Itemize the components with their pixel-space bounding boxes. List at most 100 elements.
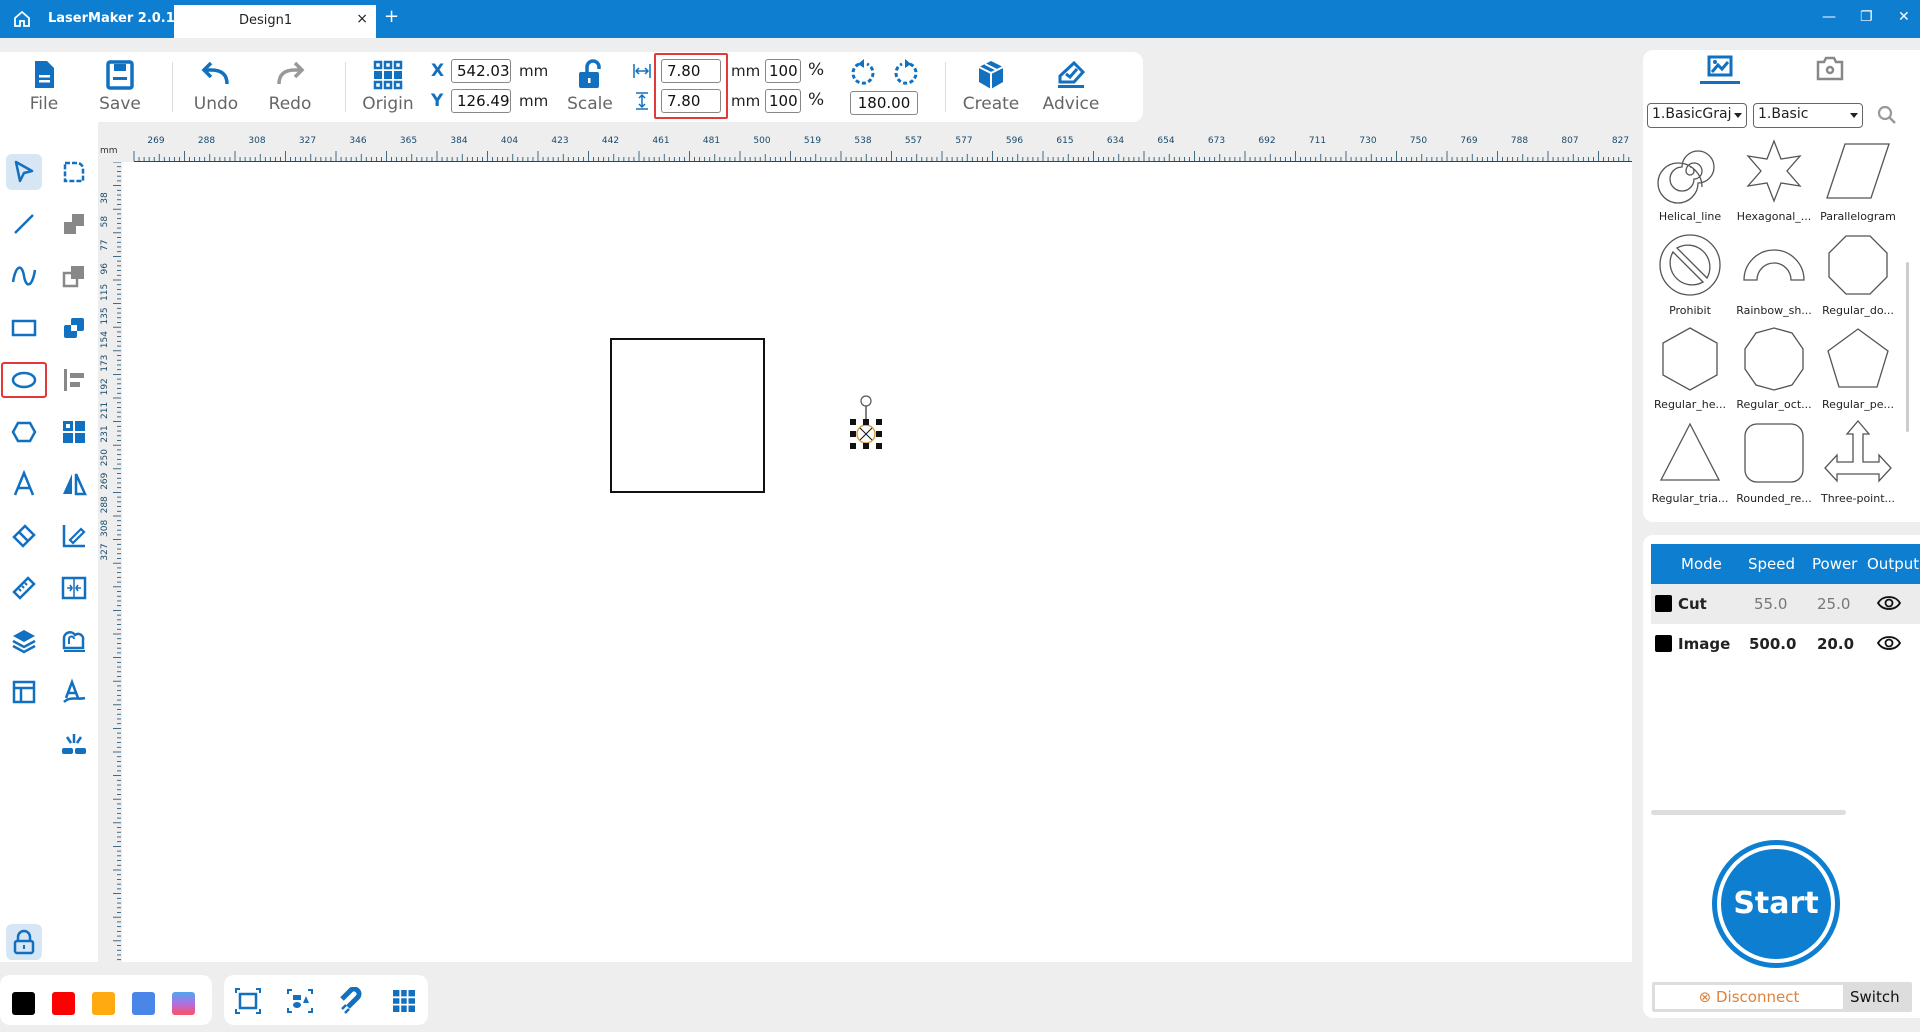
ruler-tick-label: 596	[1006, 136, 1023, 146]
rotation-input[interactable]: 180.00	[850, 91, 918, 115]
y-position-input[interactable]: 126.49	[451, 89, 511, 113]
regular-hexagon-icon	[1662, 327, 1718, 391]
restore-button[interactable]: ❐	[1860, 9, 1873, 25]
measure-edit-tool[interactable]	[56, 518, 92, 554]
laser-effect-tool[interactable]	[56, 726, 92, 762]
design-canvas[interactable]	[122, 162, 1632, 962]
width-percent-sign: %	[808, 60, 825, 80]
mirror-tool[interactable]	[56, 466, 92, 502]
shape-item-prohibit[interactable]: Prohibit	[1647, 230, 1733, 320]
subtract-tool[interactable]	[56, 258, 92, 294]
shape-item-rounded-rectangle[interactable]: Rounded_re...	[1731, 418, 1817, 508]
union-icon	[64, 214, 84, 234]
save-button[interactable]: Save	[90, 58, 150, 114]
close-button[interactable]: ✕	[1898, 9, 1910, 25]
switch-button[interactable]: Switch	[1850, 988, 1900, 1006]
line-tool[interactable]	[6, 206, 42, 242]
tab-camera[interactable]	[1810, 52, 1850, 86]
ruler-tick-label: 538	[854, 136, 871, 146]
intersect-tool[interactable]	[56, 310, 92, 346]
text-tool[interactable]	[6, 466, 42, 502]
shape-item-hexagonal-star[interactable]: Hexagonal_...	[1731, 136, 1817, 226]
ruler-tick-label: 58	[100, 216, 110, 228]
eraser-tool[interactable]	[6, 518, 42, 554]
color-swatch-blue[interactable]	[132, 992, 155, 1015]
regular-pentagon-icon	[1827, 328, 1889, 388]
shape-item-regular-triangle[interactable]: Regular_tria...	[1647, 418, 1733, 508]
search-icon[interactable]	[1877, 105, 1897, 125]
width-input[interactable]: 7.80	[661, 59, 721, 83]
layer-row-cut[interactable]: Cut 55.0 25.0	[1651, 584, 1920, 624]
fit-objects-icon[interactable]	[286, 987, 314, 1015]
minimize-button[interactable]: —	[1822, 9, 1836, 25]
eye-icon[interactable]	[1877, 595, 1901, 611]
array-tool[interactable]	[56, 414, 92, 450]
disconnect-button[interactable]: ⊗ Disconnect	[1655, 985, 1843, 1009]
new-tab-button[interactable]: +	[384, 6, 399, 27]
ruler-tool[interactable]	[6, 570, 42, 606]
home-icon[interactable]	[12, 9, 32, 29]
align-tool[interactable]	[56, 362, 92, 398]
height-input[interactable]: 7.80	[661, 89, 721, 113]
fit-page-icon[interactable]	[234, 987, 262, 1015]
undo-button[interactable]: Undo	[186, 58, 246, 114]
layer-color-swatch[interactable]	[1655, 595, 1672, 612]
ruler-tick-label: 615	[1056, 136, 1073, 146]
rectangle-tool[interactable]	[6, 310, 42, 346]
start-button[interactable]: Start	[1712, 840, 1840, 968]
square-shape[interactable]	[610, 338, 765, 493]
tab-close-icon[interactable]: ×	[356, 11, 368, 27]
shape-item-regular-hexagon[interactable]: Regular_he...	[1647, 324, 1733, 414]
width-percent-input[interactable]: 100	[765, 59, 801, 83]
magnet-snap-icon[interactable]	[338, 987, 366, 1015]
origin-button[interactable]: Origin	[358, 58, 418, 114]
selected-ellipse[interactable]	[846, 394, 886, 452]
shape-item-three-point-arrow[interactable]: Three-point...	[1815, 418, 1901, 508]
layers-tool[interactable]	[6, 622, 42, 658]
eye-icon[interactable]	[1877, 635, 1901, 651]
chevron-down-icon	[1734, 113, 1742, 118]
shape-list-scrollbar[interactable]	[1906, 262, 1909, 432]
color-swatch-red[interactable]	[52, 992, 75, 1015]
color-swatch-orange[interactable]	[92, 992, 115, 1015]
category-select[interactable]: 1.BasicGraj	[1647, 103, 1747, 128]
select-tool[interactable]	[6, 154, 42, 190]
color-swatch-gradient[interactable]	[172, 992, 195, 1015]
undo-icon	[201, 61, 229, 85]
rotate-cw-icon[interactable]	[890, 58, 918, 86]
advice-button[interactable]: Advice	[1040, 58, 1102, 114]
polygon-tool[interactable]	[6, 414, 42, 450]
lock-canvas-button[interactable]	[6, 924, 42, 960]
grid-icon[interactable]	[390, 987, 418, 1015]
fit-tool[interactable]	[56, 570, 92, 606]
rectangle-icon	[11, 319, 37, 337]
layer-color-swatch[interactable]	[1655, 635, 1672, 652]
shape-item-regular-octagon[interactable]: Regular_oct...	[1731, 324, 1817, 414]
node-edit-tool[interactable]	[56, 154, 92, 190]
tab-design1[interactable]: Design1 ×	[174, 5, 376, 38]
shape-item-parallelogram[interactable]: Parallelogram	[1815, 136, 1901, 226]
text-path-tool[interactable]	[56, 674, 92, 710]
union-tool[interactable]	[56, 206, 92, 242]
curve-tool[interactable]	[6, 258, 42, 294]
layer-row-image[interactable]: Image 500.0 20.0	[1651, 624, 1920, 664]
color-swatch-black[interactable]	[12, 992, 35, 1015]
rotate-ccw-icon[interactable]	[851, 58, 879, 86]
laser-burst-icon	[62, 734, 86, 754]
redo-button[interactable]: Redo	[260, 58, 320, 114]
create-button[interactable]: Create	[960, 58, 1022, 114]
scale-lock-button[interactable]: Scale	[560, 58, 620, 114]
layout-tool[interactable]	[6, 674, 42, 710]
shape-item-helical-line[interactable]: Helical_line	[1647, 136, 1733, 226]
ellipse-tool[interactable]	[1, 362, 47, 398]
shape-item-rainbow-shape[interactable]: Rainbow_sh...	[1731, 230, 1817, 320]
subcategory-select[interactable]: 1.Basic	[1753, 103, 1863, 128]
line-icon	[14, 214, 34, 234]
file-button[interactable]: File	[14, 58, 74, 114]
shape-item-regular-pentagon[interactable]: Regular_pe...	[1815, 324, 1901, 414]
regular-decagon-icon	[1828, 235, 1888, 295]
offset-tool[interactable]	[56, 622, 92, 658]
shape-item-regular-decagon[interactable]: Regular_do...	[1815, 230, 1901, 320]
x-position-input[interactable]: 542.03	[451, 59, 511, 83]
height-percent-input[interactable]: 100	[765, 89, 801, 113]
